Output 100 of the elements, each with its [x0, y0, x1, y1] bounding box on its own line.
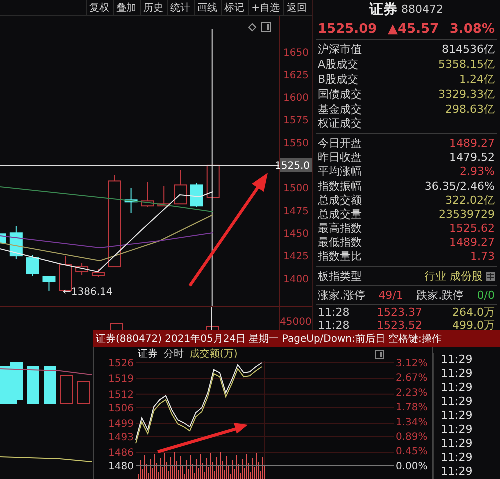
axis-label: 1500	[284, 184, 309, 195]
axis-label: 1475	[284, 206, 309, 218]
diamond-icon[interactable]	[248, 22, 257, 32]
candlestick	[0, 230, 6, 246]
tick-time: 11:29	[441, 451, 474, 465]
candlestick	[10, 226, 23, 260]
stat-label: 平均涨幅	[318, 164, 362, 180]
axis-label: 1480	[108, 462, 134, 472]
panel-toggle-icon[interactable]	[261, 22, 271, 32]
popup-title-bar: 证券(880472) 2021年05月24日 星期一 PageUp/Down:前后日 空格键:操作	[93, 330, 500, 347]
stat-value: 49/1	[378, 288, 404, 302]
stock-name: 证券	[370, 0, 398, 18]
axis-label: 1550	[284, 138, 309, 150]
tick-time: 11:29	[441, 395, 474, 409]
tick-time: 11:29	[441, 437, 474, 451]
axis-label: 1625	[284, 70, 309, 82]
change-percent: 3.08%	[450, 22, 495, 36]
stat-label: 总成交量	[318, 206, 362, 222]
stat-label: 总成交额	[318, 192, 362, 208]
axis-label: 2.67%	[396, 373, 428, 384]
legend-label: 成交额(万)	[190, 348, 238, 361]
axis-label: 1.34%	[396, 417, 428, 428]
tick-time: 11:29	[441, 423, 474, 437]
tick-price: 1523.52	[377, 319, 424, 332]
toolbar-button[interactable]: +自选	[248, 0, 283, 15]
axis-label: 1493	[108, 432, 134, 444]
tick-time: 11:28	[318, 306, 351, 320]
tick-volume: 264.0万	[452, 305, 495, 320]
axis-label: 0.00%	[396, 461, 428, 472]
candlestick	[141, 182, 154, 208]
legend-label: 分时	[164, 348, 184, 361]
axis-label: 1400	[284, 274, 309, 286]
stock-code: 880472	[402, 3, 444, 16]
stat-value: 298.63亿	[446, 102, 495, 117]
stat-value: 行业 成份股	[424, 268, 483, 284]
axis-label: 1650	[284, 48, 309, 59]
stat-label: 国债成交	[318, 86, 362, 102]
axis-label: 1600	[284, 93, 309, 104]
stat-label: 权证成交	[318, 116, 362, 132]
legend-label: 证券	[138, 348, 158, 361]
stat-label: B股成交	[318, 72, 359, 87]
axis-label: 2.23%	[396, 388, 428, 399]
axis-label: 1.78%	[396, 402, 428, 414]
stat-value: 814536亿	[442, 42, 495, 57]
axis-label: 1499	[108, 418, 134, 430]
stat-value: 1.24亿	[460, 72, 495, 87]
stat-label: 基金成交	[318, 102, 362, 117]
candlestick	[26, 254, 40, 276]
stat-value: 23539729	[439, 208, 495, 221]
axis-label: 0.45%	[396, 446, 428, 458]
axis-label: 3.12%	[396, 358, 428, 370]
candlestick	[42, 276, 56, 292]
price-change: ▲45.57	[388, 22, 440, 36]
stat-value: 1.73	[470, 250, 495, 264]
candlestick	[92, 268, 105, 278]
axis-label: 1526	[108, 358, 134, 370]
tick-time: 11:28	[318, 319, 351, 332]
last-price: 1525.09	[318, 22, 378, 36]
stat-value: 36.35/2.46%	[424, 180, 495, 192]
tick-time: 11:29	[441, 465, 474, 479]
toolbar-button[interactable]: 返回	[283, 0, 310, 15]
stat-label: 指数振幅	[318, 178, 362, 194]
low-price-label: ←1386.14	[63, 287, 113, 298]
toolbar-button[interactable]: 历史	[140, 0, 167, 15]
candlestick	[158, 186, 171, 207]
stat-label: 今日开盘	[318, 136, 362, 151]
stat-value: 3329.33亿	[438, 86, 495, 102]
stat-value: 1525.62	[450, 222, 495, 236]
stat-value: 1479.52	[450, 151, 495, 164]
stat-label: 昨日收盘	[318, 150, 362, 166]
candlestick	[174, 170, 188, 205]
toolbar-button[interactable]: 标记	[220, 0, 248, 15]
stat-value: 0/0	[477, 288, 495, 302]
tick-time: 11:29	[441, 367, 474, 381]
candlestick	[190, 182, 204, 208]
stat-label: 沪深市值	[318, 42, 362, 57]
stat-value: 1489.27	[450, 136, 495, 150]
axis-label: 1450	[284, 229, 309, 240]
axis-label: 1506	[108, 403, 134, 414]
candlestick	[124, 188, 138, 214]
grid-icon[interactable]	[486, 272, 495, 281]
axis-label: 1512	[108, 390, 134, 401]
candlestick	[76, 262, 89, 276]
toolbar-button[interactable]: 复权	[86, 0, 113, 15]
toolbar-button[interactable]: 叠加	[112, 0, 140, 15]
stat-label: 指数量比	[318, 249, 362, 264]
axis-label: 1486	[108, 448, 134, 460]
stat-value: 2.93%	[460, 165, 495, 178]
stat-value: 1489.27	[450, 236, 495, 250]
axis-label: 0.89%	[396, 432, 428, 443]
crosshair-price-label: 1525.0	[275, 158, 312, 172]
panel-toggle-icon[interactable]	[375, 350, 384, 359]
stat-label: 板指类型	[318, 268, 362, 284]
tick-price: 1523.37	[377, 306, 424, 320]
toolbar-button[interactable]: 统计	[166, 0, 194, 15]
toolbar-button[interactable]: 画线	[194, 0, 221, 15]
stat-value: 5358.15亿	[438, 56, 495, 72]
tick-time: 11:29	[441, 353, 474, 367]
axis-label: 1519	[108, 374, 134, 386]
axis-label: 1425	[284, 252, 309, 263]
